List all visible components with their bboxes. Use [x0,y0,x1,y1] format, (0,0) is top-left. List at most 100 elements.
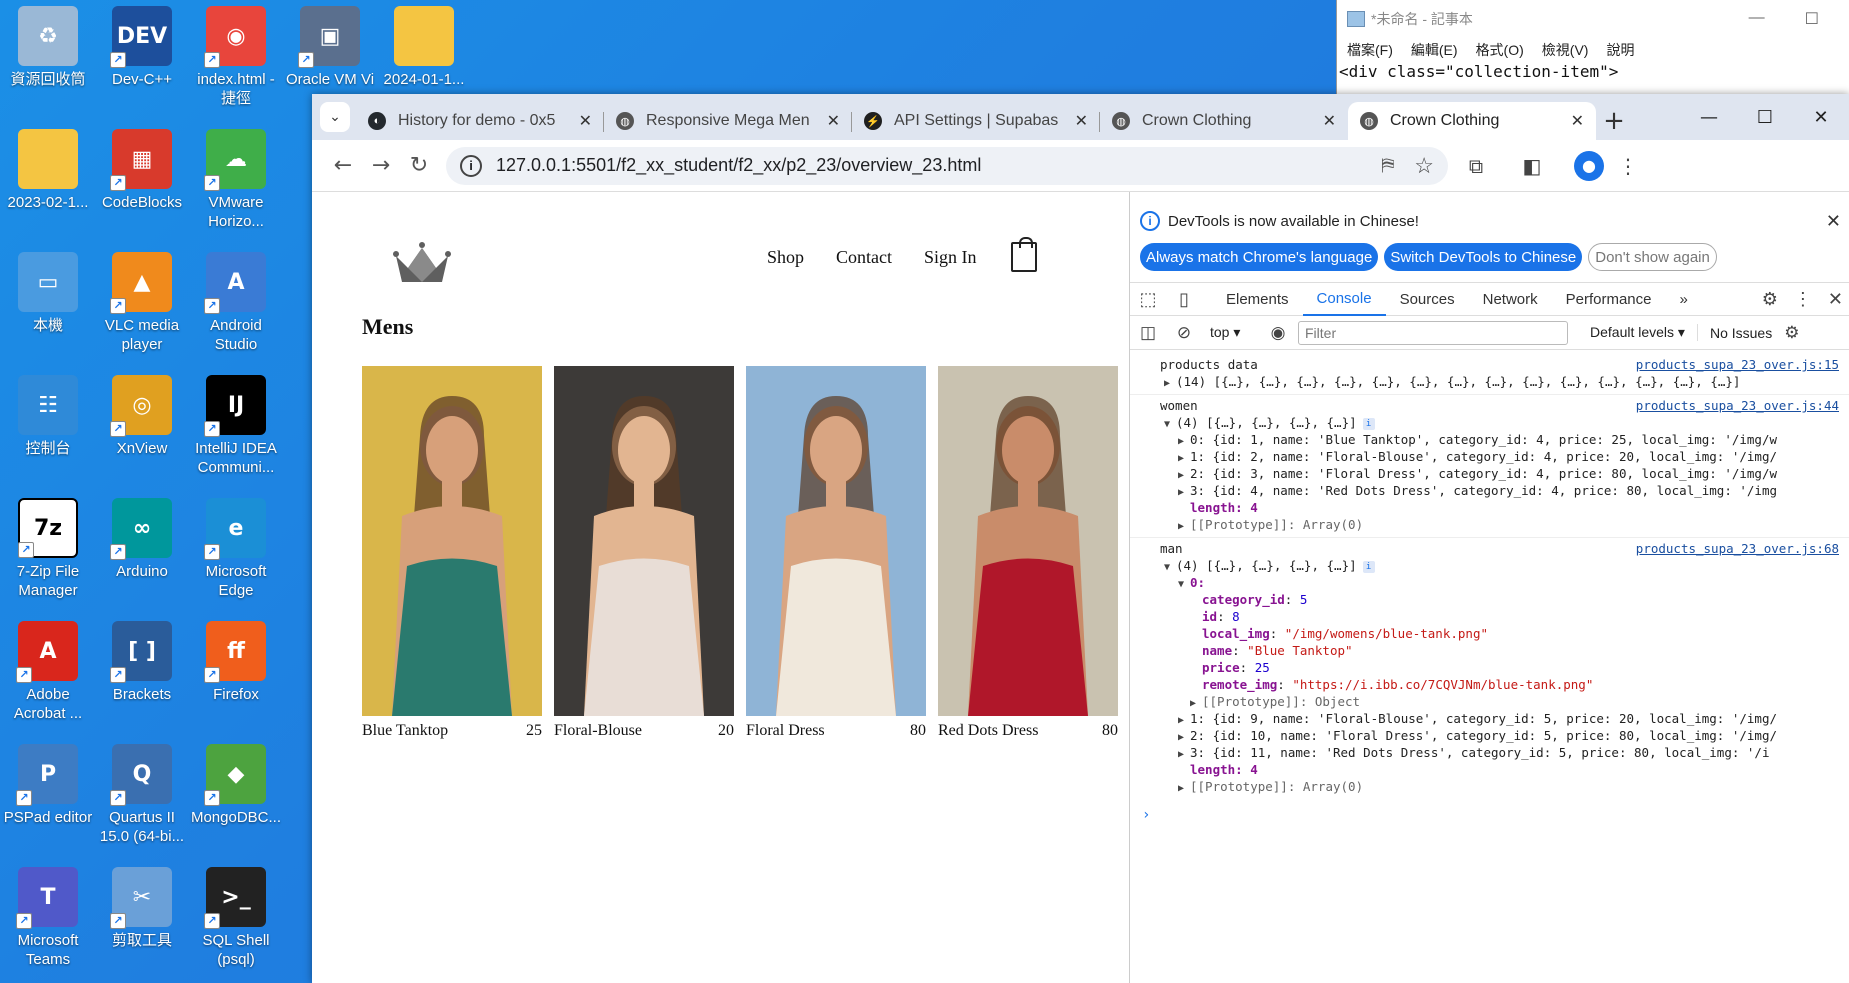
expand-triangle-icon[interactable]: ▶ [1178,484,1190,499]
menu-kebab-icon[interactable]: ⋮ [1618,154,1638,178]
desktop-icon[interactable]: e ↗ Microsoft Edge [188,498,284,600]
product-image[interactable] [554,366,734,716]
prototype-row[interactable]: ▶ [[Prototype]]: Array(0) [1130,778,1849,795]
tab-sources[interactable]: Sources [1386,282,1469,316]
crown-logo-icon[interactable] [392,238,452,286]
bookmark-star-icon[interactable]: ☆ [1414,153,1434,179]
inspect-element-icon[interactable]: ⬚ [1130,289,1166,310]
minimize-icon[interactable]: — [1749,9,1765,29]
expandable-array[interactable]: ▼ (4) [{…}, {…}, {…}, {…}] i [1130,414,1849,431]
issues-counter[interactable]: No Issues [1698,325,1784,341]
expand-triangle-icon[interactable]: ▶ [1190,695,1202,710]
expand-triangle-icon[interactable]: ▶ [1164,375,1176,390]
desktop-icon[interactable]: ☁ ↗ VMware Horizo... [188,129,284,231]
product-image[interactable] [746,366,926,716]
nav-shop[interactable]: Shop [767,247,804,268]
collapse-triangle-icon[interactable]: ▼ [1164,559,1176,574]
translate-icon[interactable]: ⛿ [1381,155,1394,176]
desktop-icon[interactable]: A ↗ Adobe Acrobat ... [0,621,96,723]
tab-console[interactable]: Console [1302,282,1386,316]
object-row[interactable]: ▼ 0: [1130,574,1849,591]
nav-contact[interactable]: Contact [836,247,892,268]
array-item-row[interactable]: ▶ 0: {id: 1, name: 'Blue Tanktop', catego… [1130,431,1849,448]
tab-performance[interactable]: Performance [1552,282,1666,316]
console-settings-gear-icon[interactable]: ⚙ [1784,323,1799,343]
desktop-icon[interactable]: ▦ ↗ CodeBlocks [94,129,190,212]
more-options-icon[interactable]: ⋮ [1794,289,1812,310]
desktop-icon[interactable]: ff ↗ Firefox [188,621,284,704]
source-link[interactable]: products_supa_23_over.js:68 [1629,540,1839,557]
desktop-icon[interactable]: ▭ 本機 [0,252,96,335]
source-link[interactable]: products_supa_23_over.js:44 [1629,397,1839,414]
more-tabs-icon[interactable]: » [1666,282,1702,316]
expand-triangle-icon[interactable]: ▶ [1178,712,1190,727]
collapse-triangle-icon[interactable]: ▼ [1178,576,1190,591]
expand-triangle-icon[interactable]: ▶ [1178,467,1190,482]
dont-show-again-button[interactable]: Don't show again [1588,243,1717,271]
array-item-row[interactable]: ▶ 2: {id: 3, name: 'Floral Dress', catego… [1130,465,1849,482]
device-toolbar-icon[interactable]: ▯ [1166,289,1202,310]
maximize-icon[interactable]: ☐ [1805,9,1819,29]
desktop-icon[interactable]: IJ ↗ IntelliJ IDEA Communi... [188,375,284,477]
expand-triangle-icon[interactable]: ▶ [1178,450,1190,465]
array-item-row[interactable]: ▶ 1: {id: 9, name: 'Floral-Blouse', categ… [1130,710,1849,727]
collapse-triangle-icon[interactable]: ▼ [1164,416,1176,431]
reload-icon[interactable]: ↻ [400,153,438,178]
array-item-row[interactable]: ▶ 3: {id: 4, name: 'Red Dots Dress', cate… [1130,482,1849,499]
side-panel-icon[interactable]: ◧ [1504,154,1560,178]
live-expression-eye-icon[interactable]: ◉ [1258,323,1298,343]
desktop-icon[interactable]: >_ ↗ SQL Shell (psql) [188,867,284,969]
expand-triangle-icon[interactable]: ▶ [1178,729,1190,744]
product-card[interactable]: Floral-Blouse 20 [554,366,734,740]
console-prompt[interactable]: › [1130,807,1849,823]
close-icon[interactable]: ✕ [1828,289,1843,310]
new-tab-button[interactable]: + [1596,102,1632,140]
settings-gear-icon[interactable]: ⚙ [1762,289,1778,310]
expandable-array[interactable]: ▶ (14) [{…}, {…}, {…}, {…}, {…}, {…}, {…}… [1130,373,1849,390]
desktop-icon[interactable]: ▣ ↗ Oracle VM Vi [282,6,378,89]
source-link[interactable]: products_supa_23_over.js:15 [1629,356,1839,373]
expand-triangle-icon[interactable]: ▶ [1178,780,1190,795]
desktop-icon[interactable]: 2023-02-1... [0,129,96,212]
notepad-menu-item[interactable]: 格式(O) [1476,40,1524,60]
array-item-row[interactable]: ▶ 3: {id: 11, name: 'Red Dots Dress', cat… [1130,744,1849,761]
nav-sign-in[interactable]: Sign In [924,247,977,268]
context-selector[interactable]: top ▾ [1202,324,1258,341]
close-tab-icon[interactable]: ✕ [579,111,592,131]
prototype-row[interactable]: ▶ [[Prototype]]: Object [1130,693,1849,710]
extensions-icon[interactable]: ⧉ [1448,154,1504,178]
log-levels-dropdown[interactable]: Default levels ▾ [1578,324,1698,341]
shopping-bag-icon[interactable] [1010,237,1037,272]
tab-network[interactable]: Network [1469,282,1552,316]
desktop-icon[interactable]: 2024-01-1... [376,6,472,89]
desktop-icon[interactable]: A ↗ Android Studio [188,252,284,354]
close-icon[interactable]: ✕ [1826,211,1841,232]
close-tab-icon[interactable]: ✕ [827,111,840,131]
tab-elements[interactable]: Elements [1212,282,1303,316]
maximize-icon[interactable]: ☐ [1737,107,1793,128]
product-card[interactable]: Floral Dress 80 [746,366,926,740]
product-image[interactable] [362,366,542,716]
desktop-icon[interactable]: ☷ 控制台 [0,375,96,458]
tab-search-button[interactable]: ⌄ [320,102,350,132]
product-image[interactable] [938,366,1118,716]
browser-tab[interactable]: ⚡ API Settings | Supabas ✕ [852,102,1100,140]
desktop-icon[interactable]: P ↗ PSPad editor [0,744,96,827]
console-filter-input[interactable]: Filter [1298,320,1568,345]
notepad-menu-item[interactable]: 編輯(E) [1411,40,1458,60]
switch-chinese-button[interactable]: Switch DevTools to Chinese [1384,243,1583,271]
forward-icon[interactable]: → [362,153,400,178]
desktop-icon[interactable]: 7z ↗ 7-Zip File Manager [0,498,96,600]
browser-tab[interactable]: ◐ History for demo - 0x5 ✕ [356,102,604,140]
desktop-icon[interactable]: ◎ ↗ XnView [94,375,190,458]
back-icon[interactable]: ← [324,153,362,178]
browser-tab[interactable]: ◍ Crown Clothing ✕ [1348,102,1596,140]
prototype-row[interactable]: ▶ [[Prototype]]: Array(0) [1130,516,1849,533]
browser-tab[interactable]: ◍ Responsive Mega Men ✕ [604,102,852,140]
sidebar-toggle-icon[interactable]: ◫ [1130,323,1166,343]
notepad-text-line[interactable]: <div class="collection-item"> [1337,62,1849,82]
close-tab-icon[interactable]: ✕ [1075,111,1088,131]
expand-triangle-icon[interactable]: ▶ [1178,518,1190,533]
expand-triangle-icon[interactable]: ▶ [1178,746,1190,761]
notepad-menu-item[interactable]: 檔案(F) [1347,40,1393,60]
